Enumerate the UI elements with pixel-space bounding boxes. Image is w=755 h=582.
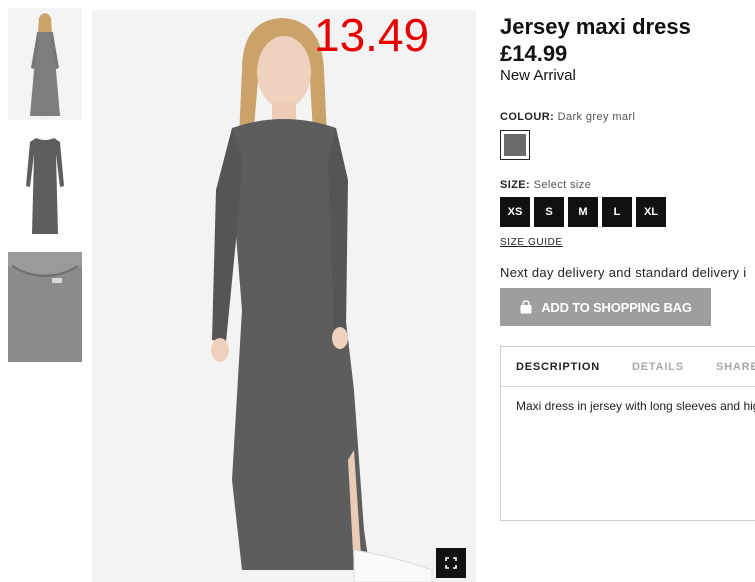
size-button-s[interactable]: S	[534, 197, 564, 227]
add-to-bag-button[interactable]: ADD TO SHOPPING BAG	[500, 288, 711, 326]
fullscreen-button[interactable]	[436, 548, 466, 578]
description-text: Maxi dress in jersey with long sleeves a…	[516, 399, 755, 413]
size-button-xs[interactable]: XS	[500, 197, 530, 227]
size-button-xl[interactable]: XL	[636, 197, 666, 227]
delivery-info: Next day delivery and standard delivery …	[500, 265, 747, 280]
product-title: Jersey maxi dress	[500, 14, 691, 39]
tab-description[interactable]: DESCRIPTION	[516, 361, 600, 373]
size-guide-link[interactable]: SIZE GUIDE	[500, 237, 563, 248]
colour-value: Dark grey marl	[557, 111, 636, 123]
thumbnail-model-front[interactable]	[8, 8, 82, 120]
description-panel: DESCRIPTION DETAILS SHARE Maxi dress in …	[500, 346, 755, 521]
size-row: SIZE: Select size	[500, 179, 591, 191]
colour-label: COLOUR:	[500, 111, 555, 123]
description-tabs: DESCRIPTION DETAILS SHARE	[501, 347, 755, 387]
size-label: SIZE:	[500, 179, 531, 191]
fullscreen-icon	[445, 557, 457, 569]
shopping-bag-icon	[520, 300, 532, 314]
size-button-m[interactable]: M	[568, 197, 598, 227]
size-button-l[interactable]: L	[602, 197, 632, 227]
overlay-sale-price: 13.49	[314, 9, 430, 61]
tab-details[interactable]: DETAILS	[632, 361, 684, 373]
thumbnail-flat-lay[interactable]	[8, 130, 82, 242]
product-price: £14.99	[500, 41, 568, 66]
swatch-fill	[504, 134, 526, 156]
add-to-bag-label: ADD TO SHOPPING BAG	[541, 299, 692, 315]
tab-share[interactable]: SHARE	[716, 361, 755, 373]
new-arrival-badge: New Arrival	[500, 67, 576, 84]
size-placeholder: Select size	[533, 179, 592, 191]
main-product-image	[92, 10, 476, 582]
colour-swatch-dark-grey[interactable]	[500, 130, 530, 160]
colour-row: COLOUR: Dark grey marl	[500, 111, 635, 123]
thumbnail-fabric-detail[interactable]	[8, 252, 82, 362]
